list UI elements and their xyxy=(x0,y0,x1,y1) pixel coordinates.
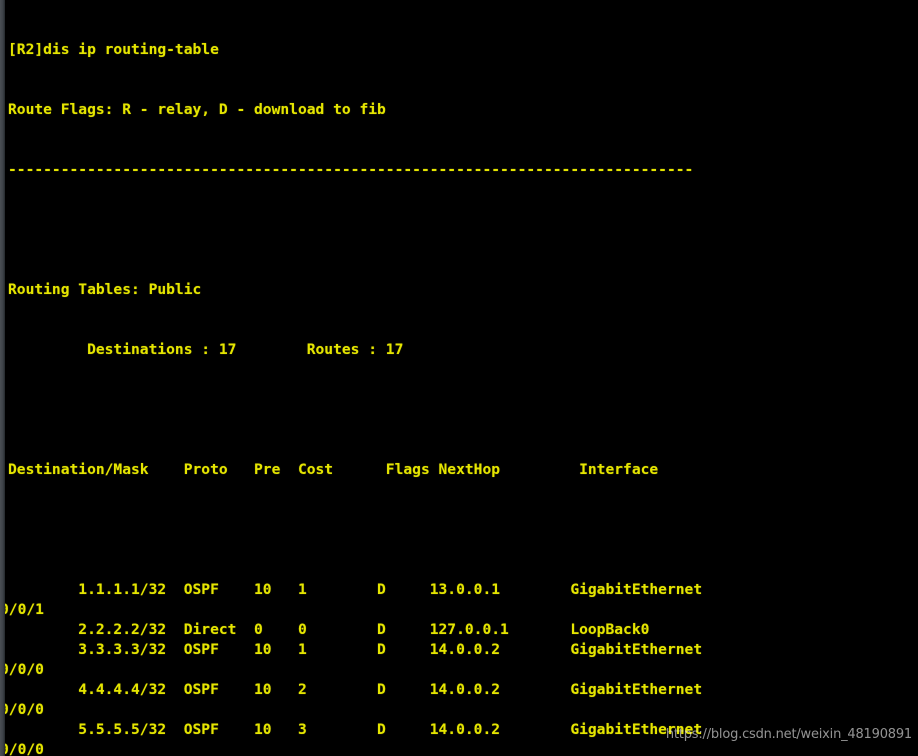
summary-line: Destinations : 17 Routes : 17 xyxy=(8,341,404,358)
console-output[interactable]: [R2]dis ip routing-table Route Flags: R … xyxy=(0,0,918,756)
window-left-edge xyxy=(0,0,5,756)
table-row-interface-wrap: 0/0/0 xyxy=(0,661,44,678)
route-flags-line: Route Flags: R - relay, D - download to … xyxy=(8,101,386,118)
table-row-interface-wrap: 0/0/0 xyxy=(0,741,44,756)
table-row-interface-wrap: 0/0/1 xyxy=(0,601,44,618)
table-row-interface-wrap: 0/0/0 xyxy=(0,701,44,718)
separator-line: ----------------------------------------… xyxy=(8,161,694,178)
routing-tables-line: Routing Tables: Public xyxy=(8,281,202,298)
table-row: 2.2.2.2/32 Direct 0 0 D 127.0.0.1 LoopBa… xyxy=(8,621,650,638)
table-header-row: Destination/Mask Proto Pre Cost Flags Ne… xyxy=(8,461,659,478)
terminal-window: [R2]dis ip routing-table Route Flags: R … xyxy=(0,0,918,756)
table-row: 3.3.3.3/32 OSPF 10 1 D 14.0.0.2 GigabitE… xyxy=(8,641,703,658)
table-row: 4.4.4.4/32 OSPF 10 2 D 14.0.0.2 GigabitE… xyxy=(8,681,703,698)
table-row: 5.5.5.5/32 OSPF 10 3 D 14.0.0.2 GigabitE… xyxy=(8,721,703,738)
table-row: 1.1.1.1/32 OSPF 10 1 D 13.0.0.1 GigabitE… xyxy=(8,581,703,598)
route-table-body: 1.1.1.1/32 OSPF 10 1 D 13.0.0.1 GigabitE… xyxy=(0,580,918,756)
command-prompt-line: [R2]dis ip routing-table xyxy=(8,41,219,58)
